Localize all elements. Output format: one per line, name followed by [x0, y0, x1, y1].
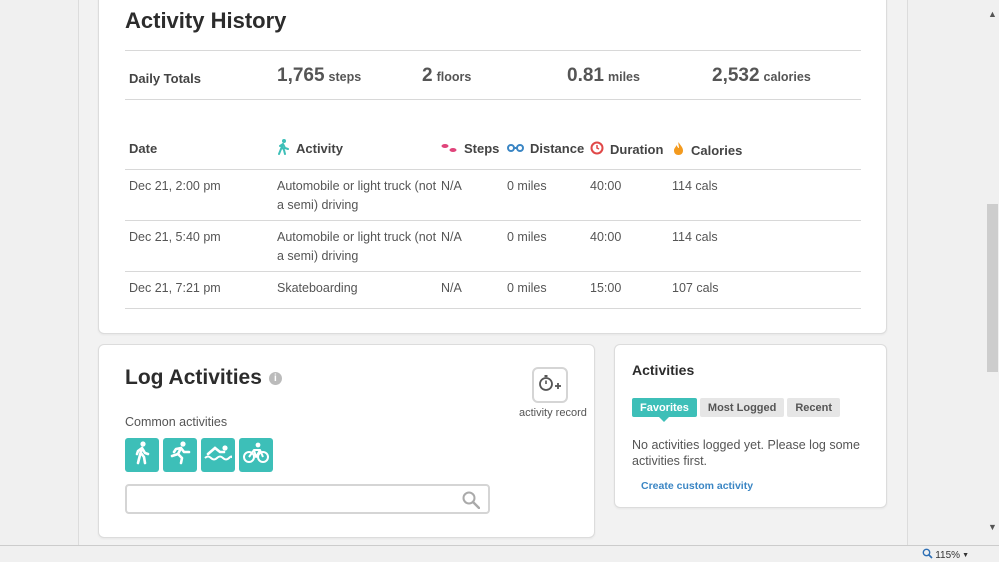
footprints-icon [441, 141, 458, 156]
row-2-duration: 40:00 [590, 230, 622, 244]
walk-activity-button[interactable] [125, 438, 159, 472]
empty-activities-message: No activities logged yet. Please log som… [632, 438, 860, 468]
row-1-calories: 114 cals [672, 179, 718, 193]
total-miles-unit: miles [607, 70, 640, 84]
row-2-activity-cont[interactable]: a semi) driving [277, 247, 358, 266]
row-3-distance: 0 miles [507, 281, 547, 295]
column-header-calories-label: Calories [691, 142, 743, 158]
column-header-steps-label: Steps [464, 141, 500, 156]
activity-record-label: activity record [519, 407, 587, 419]
row-2-distance: 0 miles [507, 230, 547, 244]
activity-search-field[interactable] [125, 484, 490, 514]
daily-totals-label: Daily Totals [129, 71, 202, 86]
activities-card: Activities Favorites Most Logged Recent … [614, 344, 887, 508]
bike-activity-button[interactable] [239, 438, 273, 472]
total-steps: 1,765 steps [277, 65, 361, 87]
tab-favorites[interactable]: Favorites [632, 398, 697, 422]
column-header-distance[interactable]: Distance [507, 141, 584, 156]
chevron-down-icon: ▼ [962, 551, 969, 559]
vertical-scrollbar[interactable]: ▲ ▼ [986, 0, 999, 545]
scroll-up-icon[interactable]: ▲ [988, 9, 997, 19]
row-3-activity[interactable]: Skateboarding [277, 279, 358, 298]
total-floors-value: 2 [422, 65, 433, 86]
log-activities-title: Log Activities [125, 366, 262, 389]
row-1-activity[interactable]: Automobile or light truck (not [277, 177, 436, 196]
row-1-activity-cont[interactable]: a semi) driving [277, 196, 358, 215]
total-calories-value: 2,532 [712, 65, 760, 86]
tab-most-logged[interactable]: Most Logged [699, 398, 785, 417]
total-floors-unit: floors [436, 70, 472, 84]
row-2-steps: N/A [441, 230, 462, 244]
divider [125, 99, 861, 100]
total-calories-unit: calories [763, 70, 811, 84]
total-calories: 2,532 calories [712, 65, 811, 87]
total-miles: 0.81 miles [567, 65, 640, 87]
common-activities-list [125, 438, 273, 472]
walk-icon [132, 440, 152, 470]
scrollbar-thumb[interactable] [987, 204, 998, 372]
log-activities-heading: Log Activities i [125, 366, 282, 390]
swim-activity-button[interactable] [201, 438, 235, 472]
divider [125, 308, 861, 309]
common-activities-label: Common activities [125, 415, 228, 429]
total-floors: 2 floors [422, 65, 471, 87]
row-1-date: Dec 21, 2:00 pm [129, 179, 221, 193]
activities-title: Activities [632, 362, 695, 378]
total-steps-value: 1,765 [277, 65, 325, 86]
column-header-activity[interactable]: Activity [277, 139, 343, 158]
zoom-icon [922, 548, 933, 562]
distance-icon [507, 141, 524, 156]
scroll-down-icon[interactable]: ▼ [988, 522, 997, 532]
column-header-duration[interactable]: Duration [590, 141, 663, 158]
create-custom-activity-link[interactable]: Create custom activity [641, 480, 753, 492]
clock-icon [590, 141, 604, 158]
row-2-date: Dec 21, 5:40 pm [129, 230, 221, 244]
walker-icon [277, 139, 290, 158]
info-icon[interactable]: i [268, 371, 282, 385]
divider [125, 271, 861, 272]
run-activity-button[interactable] [163, 438, 197, 472]
row-2-activity[interactable]: Automobile or light truck (not [277, 228, 436, 247]
tab-recent[interactable]: Recent [787, 398, 841, 417]
divider [125, 169, 861, 170]
divider [125, 50, 861, 51]
total-miles-value: 0.81 [567, 65, 604, 86]
divider [125, 220, 861, 221]
activity-history-title: Activity History [125, 8, 287, 33]
row-1-steps: N/A [441, 179, 462, 193]
row-3-duration: 15:00 [590, 281, 622, 295]
flame-icon [672, 141, 685, 159]
stopwatch-plus-icon [538, 373, 562, 398]
total-steps-unit: steps [328, 70, 362, 84]
row-1-distance: 0 miles [507, 179, 547, 193]
swim-icon [204, 443, 233, 468]
row-3-steps: N/A [441, 281, 462, 295]
browser-status-bar: 115% ▼ [0, 545, 999, 562]
column-header-activity-label: Activity [296, 141, 343, 156]
log-activities-card: Log Activities i activity record Common … [98, 344, 595, 538]
activities-tabs: Favorites Most Logged Recent [632, 398, 841, 422]
column-header-distance-label: Distance [530, 141, 585, 156]
column-header-date-label: Date [129, 141, 158, 156]
activity-history-card: Activity History Daily Totals 1,765 steps… [98, 0, 887, 334]
column-header-calories[interactable]: Calories [672, 141, 742, 159]
run-icon [168, 440, 192, 470]
column-header-duration-label: Duration [610, 142, 664, 157]
column-header-date[interactable]: Date [129, 141, 157, 156]
row-1-duration: 40:00 [590, 179, 622, 193]
row-3-calories: 107 cals [672, 281, 719, 295]
activity-record-button[interactable] [532, 367, 568, 403]
zoom-level: 115% [935, 549, 961, 561]
search-icon[interactable] [462, 491, 481, 514]
row-2-calories: 114 cals [672, 230, 718, 244]
activity-search-input[interactable] [133, 486, 453, 512]
bike-icon [242, 442, 270, 469]
row-3-date: Dec 21, 7:21 pm [129, 281, 221, 295]
zoom-control[interactable]: 115% ▼ [922, 548, 969, 562]
column-header-steps[interactable]: Steps [441, 141, 499, 156]
